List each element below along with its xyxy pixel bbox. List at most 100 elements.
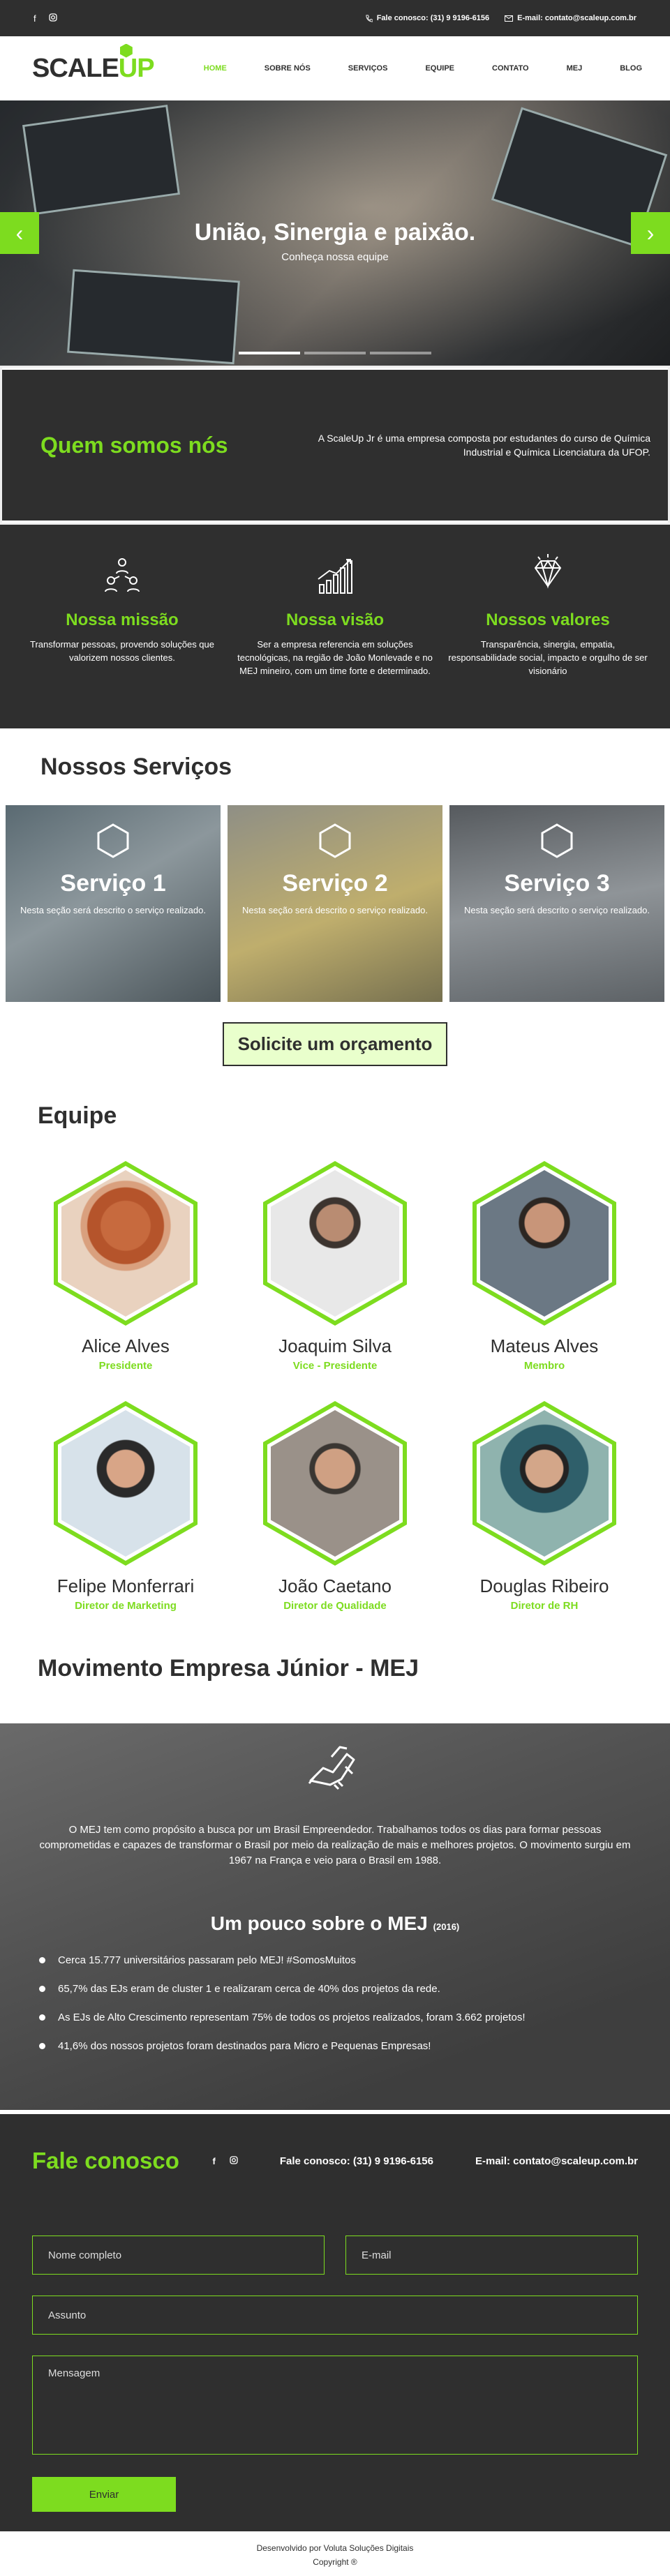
diamond-icon (534, 554, 562, 589)
hexagon-icon (319, 823, 351, 858)
member-role: Vice - Presidente (292, 1360, 378, 1372)
member-photo (480, 1410, 609, 1557)
carousel-indicator[interactable] (304, 352, 366, 354)
team-member: João Caetano Diretor de Qualidade (230, 1391, 440, 1631)
facebook-icon[interactable]: f (213, 2156, 216, 2166)
about-title: Quem somos nós (40, 432, 228, 458)
values-card: Nossos valores Transparência, sinergia, … (447, 553, 649, 728)
member-name: Mateus Alves (490, 1335, 599, 1356)
nav-servicos[interactable]: SERVIÇOS (348, 64, 388, 73)
team-title: Equipe (38, 1102, 117, 1129)
footer-copyright: Copyright ® (313, 2557, 357, 2568)
carousel-prev-button[interactable]: ‹ (0, 212, 39, 254)
main-nav: HOME SOBRE NÓS SERVIÇOS EQUIPE CONTATO M… (204, 64, 642, 73)
nav-mej[interactable]: MEJ (567, 64, 583, 73)
member-photo-frame (263, 1161, 407, 1326)
mej-facts: Cerca 15.777 universitários passaram pel… (0, 1935, 670, 2052)
mej-subtitle-text: Um pouco sobre o MEJ (210, 1912, 428, 1935)
subject-field[interactable] (32, 2296, 638, 2335)
phone-icon (366, 14, 373, 22)
logo[interactable]: SCALE UP (32, 43, 155, 84)
request-quote-button[interactable]: Solicite um orçamento (222, 1021, 448, 1066)
vision-card: Nossa visão Ser a empresa referencia em … (234, 553, 436, 728)
chevron-right-icon: › (646, 220, 655, 246)
logo-text-up: UP (119, 43, 155, 84)
carousel-indicator[interactable] (239, 352, 300, 354)
vision-text: Ser a empresa referencia em soluções tec… (237, 639, 433, 676)
message-field[interactable] (32, 2356, 638, 2455)
nav-sobre-nos[interactable]: SOBRE NÓS (265, 64, 311, 73)
service-card[interactable]: Serviço 3 Nesta seção será descrito o se… (449, 805, 664, 1002)
hero-subtitle[interactable]: Conheça nossa equipe (0, 251, 670, 263)
member-photo (271, 1170, 399, 1317)
instagram-icon[interactable] (48, 13, 57, 24)
footer-dev[interactable]: Desenvolvido por Voluta Soluções Digitai… (0, 2541, 670, 2555)
contact-header: Fale conosco f Fale conosco: (31) 9 9196… (32, 2148, 638, 2174)
values-text: Transparência, sinergia, empatia, respon… (448, 639, 648, 676)
service-text: Nesta seção será descrito o serviço real… (20, 905, 206, 915)
service-text: Nesta seção será descrito o serviço real… (464, 905, 650, 915)
name-field[interactable] (32, 2236, 325, 2275)
mej-subtitle: Um pouco sobre o MEJ (2016) (0, 1912, 670, 1935)
services-list: Serviço 1 Nesta seção será descrito o se… (0, 805, 670, 1002)
contact-title: Fale conosco (32, 2148, 179, 2173)
services-title: Nossos Serviços (40, 754, 232, 780)
service-card[interactable]: Serviço 2 Nesta seção será descrito o se… (228, 805, 442, 1002)
team-member: Joaquim Silva Vice - Presidente (230, 1151, 440, 1391)
email-field[interactable] (345, 2236, 638, 2275)
mej-intro: O MEJ tem como propósito a busca por um … (39, 1824, 631, 1866)
mej-title: Movimento Empresa Júnior - MEJ (38, 1655, 419, 1682)
contact-email[interactable]: E-mail: contato@scaleup.com.br (475, 2155, 638, 2167)
nav-equipe[interactable]: EQUIPE (425, 64, 454, 73)
member-role: Presidente (98, 1360, 153, 1372)
service-text: Nesta seção será descrito o serviço real… (242, 905, 428, 915)
nav-home[interactable]: HOME (204, 64, 227, 73)
mission-text: Transformar pessoas, provendo soluções q… (30, 639, 214, 663)
logo-text-scale: SCALE (32, 53, 119, 83)
contact-info: f Fale conosco: (31) 9 9196-6156 E-mail:… (213, 2155, 638, 2167)
team-heading-wrap: Equipe (0, 1086, 670, 1151)
growth-chart-icon (318, 559, 352, 594)
carousel-next-button[interactable]: › (631, 212, 670, 254)
top-phone[interactable]: Fale conosco: (31) 9 9196-6156 (365, 14, 489, 22)
mej-fact: Cerca 15.777 universitários passaram pel… (39, 1954, 670, 1966)
nav-blog[interactable]: BLOG (620, 64, 642, 73)
about-section: Quem somos nós A ScaleUp Jr é uma empres… (0, 366, 670, 525)
mej-subtitle-year: (2016) (433, 1922, 460, 1933)
facebook-icon[interactable]: f (34, 13, 36, 24)
member-name: Alice Alves (82, 1335, 170, 1356)
member-photo (480, 1170, 609, 1317)
nav-contato[interactable]: CONTATO (492, 64, 529, 73)
top-email[interactable]: E-mail: contato@scaleup.com.br (505, 14, 636, 22)
hero-laptop-decor (67, 269, 240, 365)
values-title: Nossos valores (486, 611, 610, 629)
member-photo (61, 1170, 190, 1317)
hero-carousel: União, Sinergia e paixão. Conheça nossa … (0, 100, 670, 366)
mail-icon (505, 15, 514, 22)
service-card[interactable]: Serviço 1 Nesta seção será descrito o se… (6, 805, 221, 1002)
member-photo-frame (472, 1401, 616, 1566)
contact-social: f (213, 2156, 238, 2166)
instagram-icon[interactable] (230, 2155, 238, 2166)
team-member: Mateus Alves Membro (440, 1151, 649, 1391)
navbar: SCALE UP HOME SOBRE NÓS SERVIÇOS EQUIPE … (0, 36, 670, 100)
member-name: João Caetano (278, 1575, 392, 1596)
contact-phone[interactable]: Fale conosco: (31) 9 9196-6156 (280, 2155, 433, 2167)
send-button[interactable]: Enviar (32, 2477, 176, 2512)
team-member: Douglas Ribeiro Diretor de RH (440, 1391, 649, 1631)
mej-fact: As EJs de Alto Crescimento representam 7… (39, 2012, 670, 2023)
cta-wrap: Solicite um orçamento (0, 1002, 670, 1086)
top-email-text: E-mail: contato@scaleup.com.br (517, 14, 636, 22)
mission-card: Nossa missão Transformar pessoas, proven… (21, 553, 223, 728)
contact-form: Enviar (32, 2236, 638, 2512)
vision-title: Nossa visão (285, 611, 385, 629)
service-title: Serviço 3 (504, 870, 610, 897)
team-grid: Alice Alves Presidente Joaquim Silva Vic… (0, 1151, 670, 1631)
member-name: Felipe Monferrari (57, 1575, 195, 1596)
services-heading-wrap: Nossos Serviços (0, 728, 670, 805)
member-role: Diretor de Qualidade (283, 1600, 387, 1612)
team-member: Felipe Monferrari Diretor de Marketing (21, 1391, 230, 1631)
social-links: f (34, 13, 57, 24)
mej-fact: 65,7% das EJs eram de cluster 1 e realiz… (39, 1983, 670, 1995)
carousel-indicator[interactable] (370, 352, 431, 354)
